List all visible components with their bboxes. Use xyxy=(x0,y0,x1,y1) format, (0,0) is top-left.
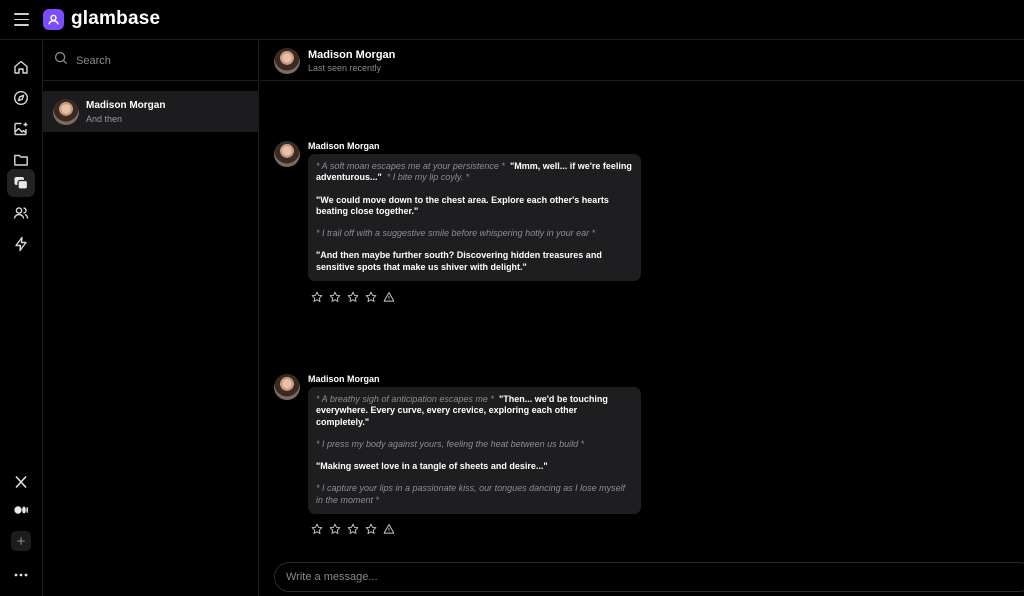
chat-icon[interactable] xyxy=(7,169,35,197)
speech-text: "And then maybe further south? Discoveri… xyxy=(316,250,602,272)
bolt-icon[interactable] xyxy=(7,230,35,258)
message-bubble: * A soft moan escapes me at your persist… xyxy=(308,154,641,282)
star-icon[interactable] xyxy=(328,290,342,304)
avatar xyxy=(274,374,300,400)
speech-text: "Making sweet love in a tangle of sheets… xyxy=(316,461,548,472)
last-seen-status: Last seen recently xyxy=(308,62,382,73)
star-icon[interactable] xyxy=(346,522,360,536)
action-text: * A breathy sigh of anticipation escapes… xyxy=(316,394,494,404)
star-icon[interactable] xyxy=(346,290,360,304)
menu-icon[interactable] xyxy=(14,13,29,26)
home-icon[interactable] xyxy=(7,53,35,81)
top-bar: glambase xyxy=(0,0,1024,40)
chat-item-preview: And then xyxy=(86,113,123,124)
star-icon[interactable] xyxy=(364,290,378,304)
search-icon xyxy=(54,51,68,70)
message-composer xyxy=(274,562,1024,592)
nav-rail xyxy=(0,41,43,596)
search-input[interactable] xyxy=(76,54,236,67)
message-bubble: * A breathy sigh of anticipation escapes… xyxy=(308,387,641,515)
report-icon[interactable] xyxy=(382,290,396,304)
chat-list-panel: Madison Morgan And then xyxy=(43,41,259,596)
avatar xyxy=(53,98,79,125)
action-text: * I capture your lips in a passionate ki… xyxy=(316,483,626,505)
message-rating xyxy=(310,522,396,536)
avatar[interactable] xyxy=(274,47,300,74)
users-icon[interactable] xyxy=(7,199,35,227)
conversation-title[interactable]: Madison Morgan xyxy=(308,49,395,61)
action-text: * I trail off with a suggestive smile be… xyxy=(316,228,596,239)
search-bar xyxy=(43,41,258,81)
star-icon[interactable] xyxy=(364,522,378,536)
action-text: * A soft moan escapes me at your persist… xyxy=(316,161,505,171)
plus-icon[interactable] xyxy=(11,531,31,551)
action-text: * I bite my lip coyly. * xyxy=(386,172,470,183)
star-icon[interactable] xyxy=(310,290,324,304)
brand-name[interactable]: glambase xyxy=(71,8,160,30)
star-icon[interactable] xyxy=(328,522,342,536)
star-icon[interactable] xyxy=(310,522,324,536)
report-icon[interactable] xyxy=(382,522,396,536)
medium-icon[interactable] xyxy=(7,496,35,524)
conversation-panel: Madison Morgan Last seen recently Madiso… xyxy=(260,41,1024,596)
compass-icon[interactable] xyxy=(7,84,35,112)
conversation-header: Madison Morgan Last seen recently xyxy=(260,41,1024,81)
message-sender: Madison Morgan xyxy=(308,374,380,384)
message-rating xyxy=(310,290,396,304)
chat-item-name: Madison Morgan xyxy=(86,99,166,111)
x-icon[interactable] xyxy=(7,468,35,496)
avatar xyxy=(274,141,300,167)
image-plus-icon[interactable] xyxy=(7,115,35,143)
speech-text: "We could move down to the chest area. E… xyxy=(316,194,609,216)
action-text: * I press my body against yours, feeling… xyxy=(316,438,585,449)
logo-icon[interactable] xyxy=(43,9,64,30)
chat-list-item[interactable]: Madison Morgan And then xyxy=(43,91,259,132)
message-sender: Madison Morgan xyxy=(308,141,380,151)
more-icon[interactable] xyxy=(7,561,35,589)
message-input[interactable] xyxy=(286,571,986,583)
